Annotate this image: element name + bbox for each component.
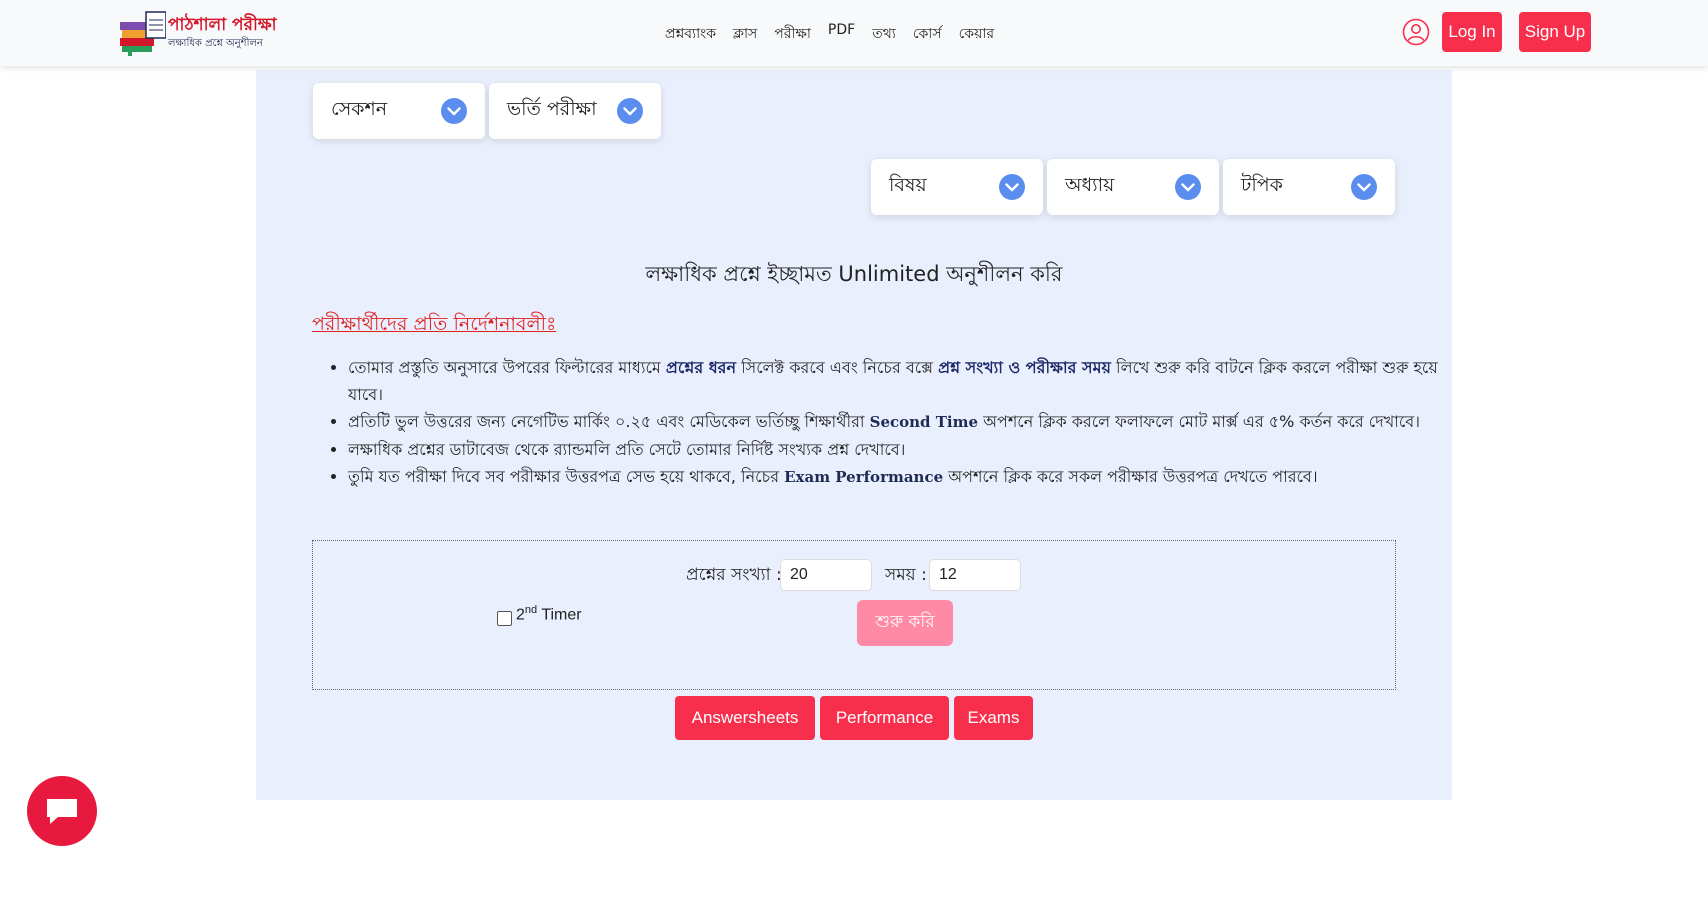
login-button[interactable]: Log In [1442,12,1502,52]
performance-button[interactable]: Performance [820,696,949,740]
nav-exam[interactable]: পরীক্ষা [774,22,811,46]
chevron-down-icon [999,174,1025,200]
subject-dropdown-label: বিষয় [889,174,927,196]
chevron-down-icon [1175,174,1201,200]
section-dropdown[interactable]: সেকশন [313,83,485,139]
nav-course[interactable]: কোর্স [913,22,942,46]
exam-type-dropdown[interactable]: ভর্তি পরীক্ষা [489,83,661,139]
practice-panel: সেকশন ভর্তি পরীক্ষা বিষয় অধ্যায় টপিক ল… [256,70,1452,800]
topic-dropdown-label: টপিক [1241,174,1283,196]
books-logo-icon [120,11,166,56]
chevron-down-icon [441,98,467,124]
chevron-down-icon [1351,174,1377,200]
signup-button[interactable]: Sign Up [1519,12,1591,52]
subject-dropdown[interactable]: বিষয় [871,159,1043,215]
nav-question-bank[interactable]: প্রশ্নব্যাংক [665,22,716,46]
instructions-heading: পরীক্ষার্থীদের প্রতি নির্দেশনাবলীঃ [312,313,557,335]
time-input[interactable]: 12 [929,559,1021,591]
question-count-input[interactable]: 20 [780,559,872,591]
nav-pdf[interactable]: PDF [828,22,855,46]
start-exam-button[interactable]: শুরু করি [857,600,953,646]
chat-button[interactable] [27,776,97,846]
chapter-dropdown[interactable]: অধ্যায় [1047,159,1219,215]
nav-info[interactable]: তথ্য [872,22,896,46]
instruction-item: তোমার প্রস্তুতি অনুসারে উপরের ফিল্টারের … [348,354,1448,408]
answersheets-button[interactable]: Answersheets [675,696,815,740]
nav-class[interactable]: ক্লাস [733,22,757,46]
chapter-dropdown-label: অধ্যায় [1065,174,1115,196]
main-nav: প্রশ্নব্যাংক ক্লাস পরীক্ষা PDF তথ্য কোর্… [665,22,994,46]
page-title: লক্ষাধিক প্রশ্নে ইচ্ছামত Unlimited অনুশী… [645,262,1063,286]
topic-dropdown[interactable]: টপিক [1223,159,1395,215]
time-label: সময় : [885,565,927,585]
brand-tagline: লক্ষাধিক প্রশ্নে অনুশীলন [168,38,263,49]
instruction-emphasis: প্রশ্নের ধরন [665,358,737,377]
instruction-item: লক্ষাধিক প্রশ্নের ডাটাবেজ থেকে র‍্যান্ডম… [348,436,1448,463]
instruction-emphasis: Exam Performance [784,468,944,486]
exams-button[interactable]: Exams [954,696,1033,740]
second-timer-label: 2nd Timer [516,604,582,624]
top-navbar: পাঠশালা পরীক্ষা লক্ষাধিক প্রশ্নে অনুশীলন… [0,0,1708,66]
instruction-item: প্রতিটি ভুল উত্তরের জন্য নেগেটিভ মার্কিং… [348,408,1448,436]
nav-care[interactable]: কেয়ার [959,22,994,46]
chevron-down-icon [617,98,643,124]
second-timer-checkbox[interactable] [497,611,512,626]
exam-type-dropdown-label: ভর্তি পরীক্ষা [507,98,597,120]
instruction-emphasis: Second Time [869,413,979,431]
site-logo[interactable]: পাঠশালা পরীক্ষা লক্ষাধিক প্রশ্নে অনুশীলন [120,8,277,58]
instruction-item: তুমি যত পরীক্ষা দিবে সব পরীক্ষার উত্তরপত… [348,463,1448,491]
instruction-emphasis: প্রশ্ন সংখ্যা ও পরীক্ষার সময় [938,358,1111,377]
chat-icon [47,799,77,824]
section-dropdown-label: সেকশন [331,98,388,120]
instructions-list: তোমার প্রস্তুতি অনুসারে উপরের ফিল্টারের … [312,354,1448,491]
user-profile-icon[interactable] [1402,18,1430,46]
question-count-label: প্রশ্নের সংখ্যা : [686,565,782,585]
